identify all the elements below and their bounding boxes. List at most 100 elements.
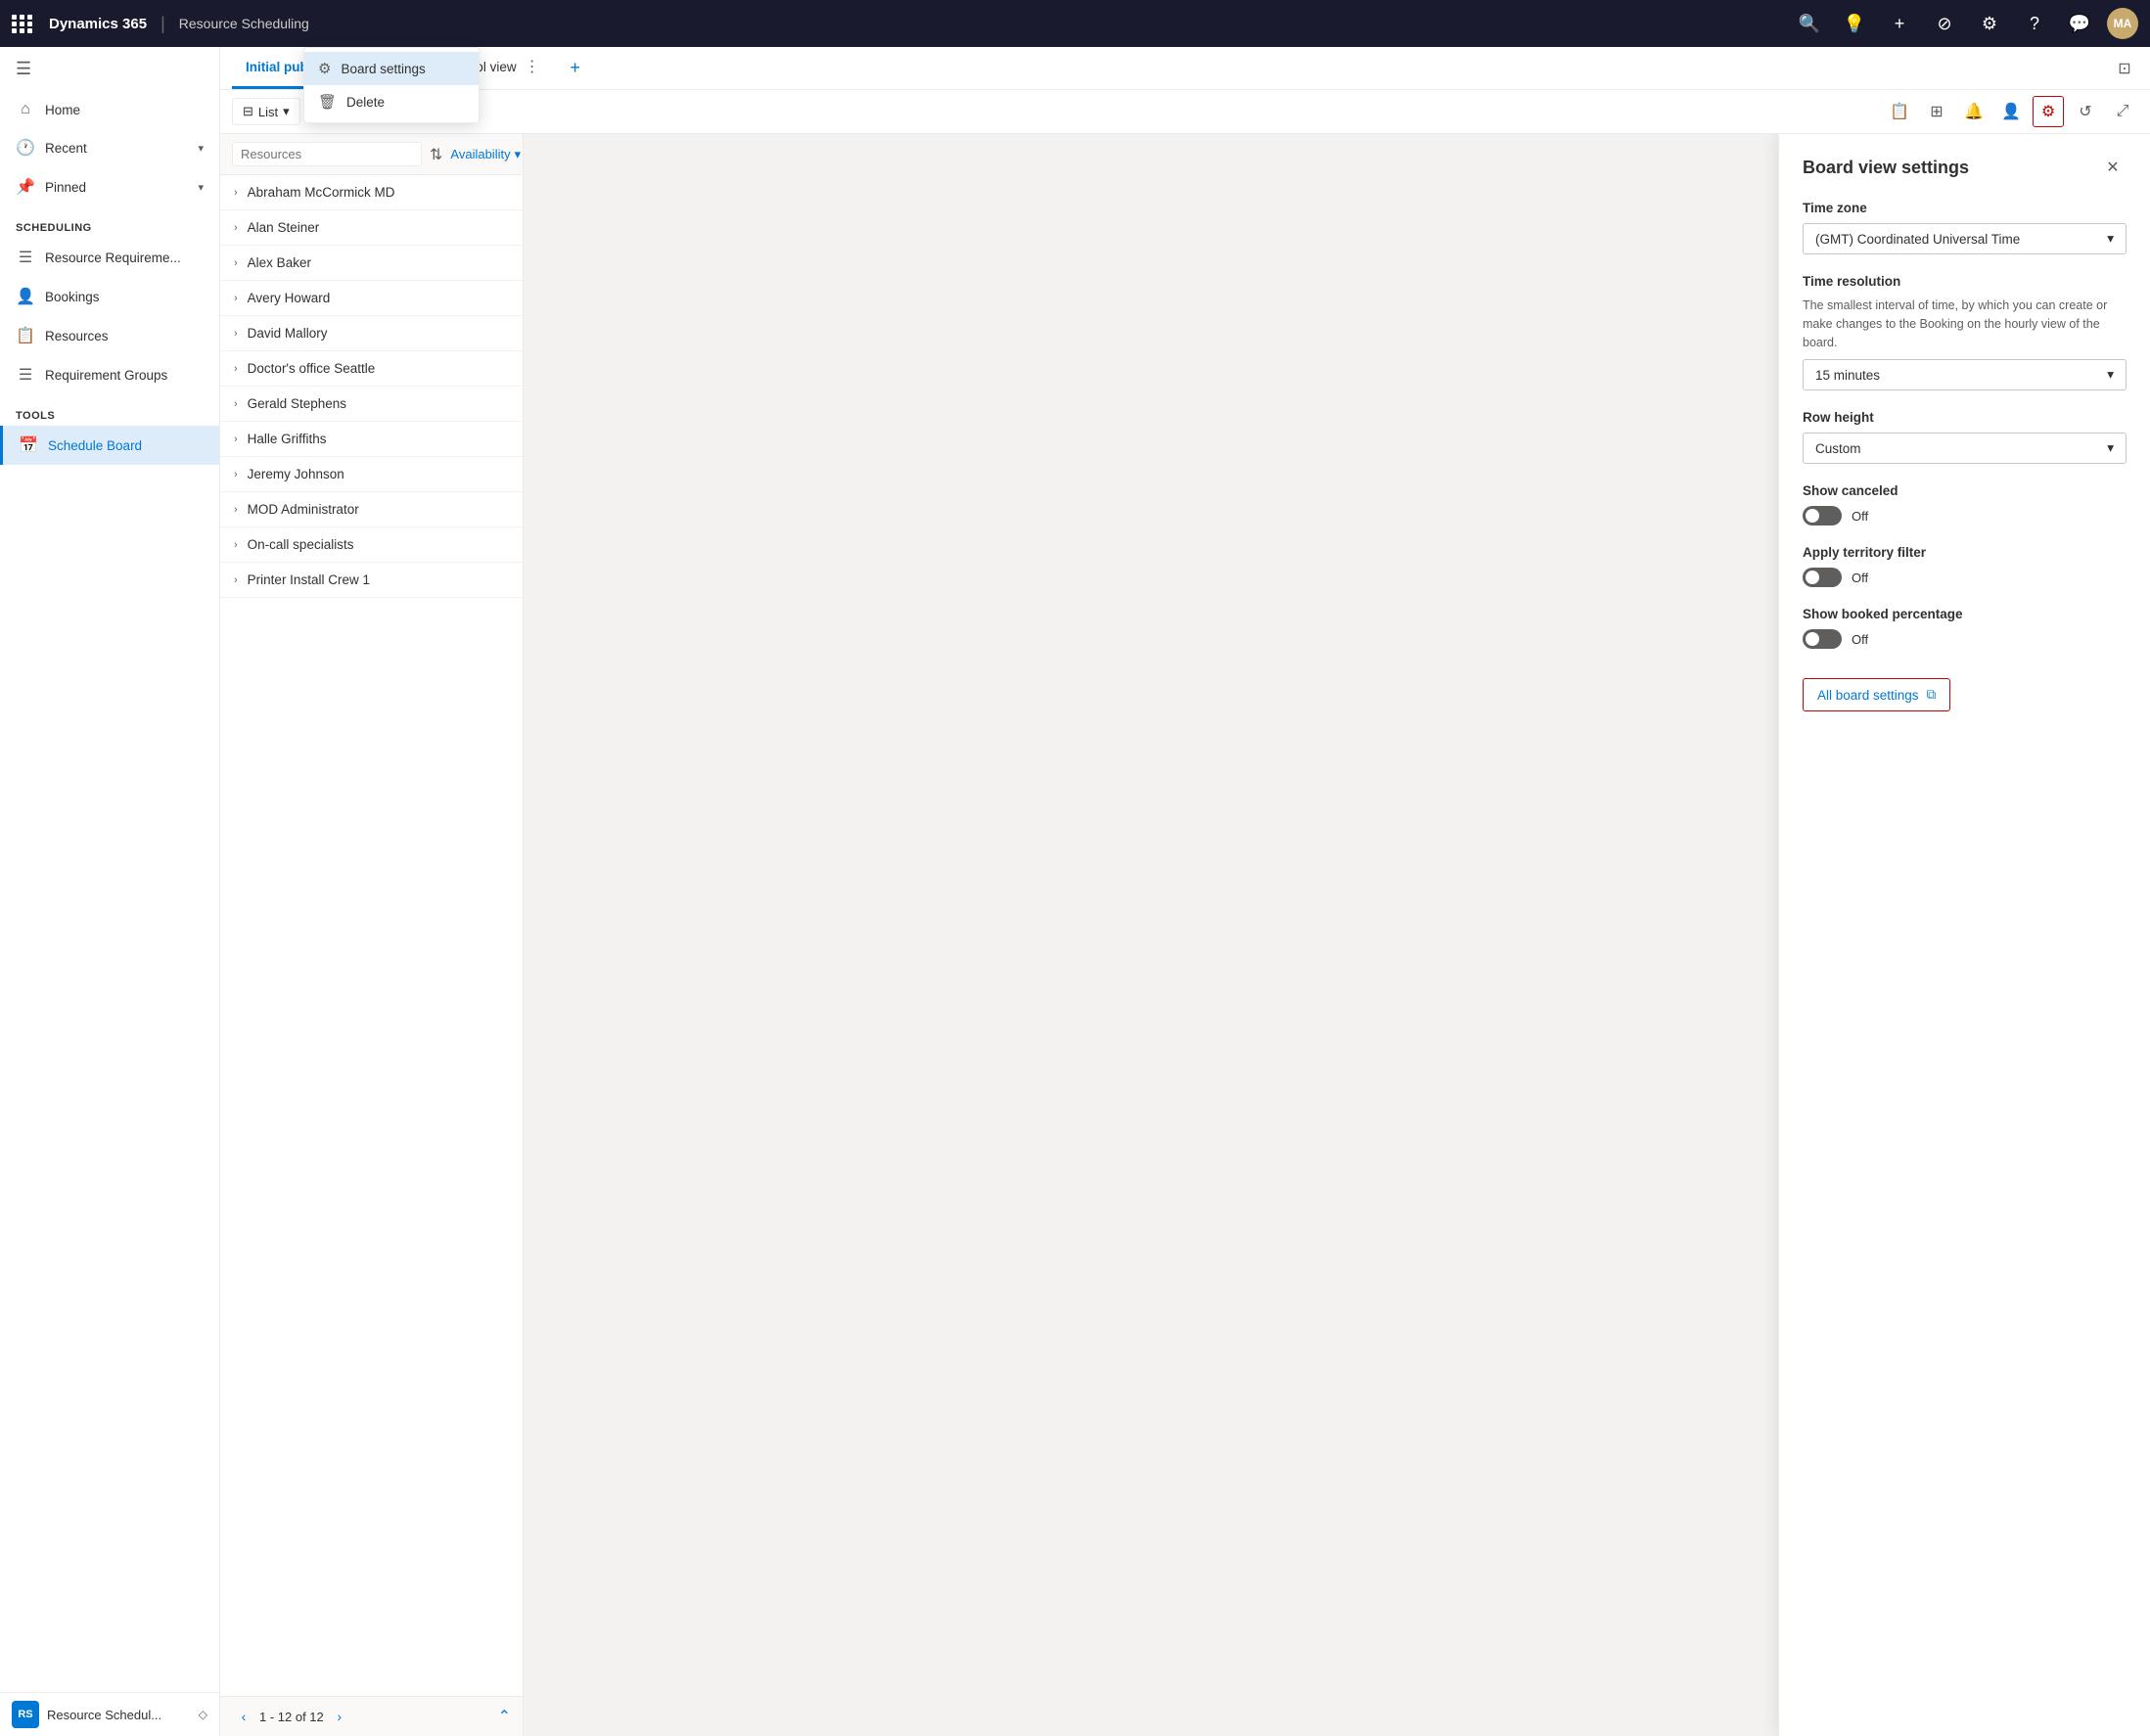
- list-item[interactable]: › MOD Administrator: [220, 492, 523, 527]
- waffle-menu[interactable]: [12, 15, 33, 33]
- chevron-right-icon: ›: [234, 539, 238, 551]
- help-icon[interactable]: ?: [2017, 6, 2052, 41]
- tab-add-button[interactable]: +: [562, 55, 589, 82]
- apply-territory-label: Apply territory filter: [1803, 545, 2127, 560]
- chevron-right-icon: ›: [234, 398, 238, 410]
- list-item[interactable]: › Alan Steiner: [220, 210, 523, 246]
- sidebar-item-label: Bookings: [45, 290, 100, 304]
- chevron-right-icon: ›: [234, 328, 238, 340]
- list-chevron-icon: ▾: [283, 104, 290, 119]
- list-item[interactable]: › On-call specialists: [220, 527, 523, 563]
- sidebar-hamburger[interactable]: ☰: [0, 47, 219, 91]
- list-item[interactable]: › Halle Griffiths: [220, 422, 523, 457]
- resource-name: David Mallory: [248, 326, 328, 341]
- context-menu: ⚙ Board settings 🗑 Delete: [303, 47, 480, 123]
- resource-name: Abraham McCormick MD: [248, 185, 395, 200]
- resource-list: › Abraham McCormick MD › Alan Steiner › …: [220, 175, 523, 1696]
- list-item[interactable]: › Gerald Stephens: [220, 387, 523, 422]
- expand-icon[interactable]: ⤢: [2107, 96, 2138, 127]
- resource-name: Printer Install Crew 1: [248, 572, 370, 587]
- availability-chevron-icon: ▾: [515, 147, 522, 162]
- sidebar-item-recent[interactable]: 🕐 Recent ▾: [0, 128, 219, 167]
- nav-separator: |: [160, 14, 165, 34]
- time-resolution-select[interactable]: 15 minutes ▾: [1803, 359, 2127, 390]
- scheduling-section-title: Scheduling: [0, 206, 219, 238]
- list-item[interactable]: › Avery Howard: [220, 281, 523, 316]
- list-item[interactable]: › Jeremy Johnson: [220, 457, 523, 492]
- sidebar-item-resources[interactable]: 📋 Resources: [0, 316, 219, 355]
- sidebar-item-label: Resources: [45, 329, 109, 343]
- chevron-down-icon: ▾: [198, 181, 204, 194]
- prev-page-button[interactable]: ‹: [232, 1705, 255, 1728]
- list-icon: ⊟: [243, 104, 253, 119]
- time-resolution-label: Time resolution: [1803, 274, 2127, 289]
- gear-icon: ⚙: [318, 60, 331, 77]
- row-height-field: Row height Custom ▾: [1803, 410, 2127, 464]
- sidebar-item-schedule-board[interactable]: 📅 Schedule Board: [0, 426, 219, 465]
- pinned-icon: 📌: [16, 177, 35, 197]
- show-booked-toggle[interactable]: [1803, 629, 1842, 649]
- next-page-button[interactable]: ›: [328, 1705, 351, 1728]
- tab-more-dots[interactable]: ⋮: [525, 57, 540, 76]
- board-settings-icon[interactable]: ⚙: [2033, 96, 2064, 127]
- show-canceled-value: Off: [1852, 509, 1868, 524]
- resource-name: Gerald Stephens: [248, 396, 346, 411]
- sort-icon[interactable]: ⇅: [430, 145, 442, 164]
- list-item[interactable]: › Printer Install Crew 1: [220, 563, 523, 598]
- time-zone-select[interactable]: (GMT) Coordinated Universal Time ▾: [1803, 223, 2127, 254]
- board-settings-label: Board settings: [341, 62, 425, 76]
- show-canceled-toggle[interactable]: [1803, 506, 1842, 525]
- availability-label: Availability: [450, 147, 510, 161]
- close-icon[interactable]: ✕: [2099, 154, 2127, 181]
- row-height-select[interactable]: Custom ▾: [1803, 433, 2127, 464]
- table-icon[interactable]: ⊞: [1921, 96, 1952, 127]
- time-zone-field: Time zone (GMT) Coordinated Universal Ti…: [1803, 201, 2127, 254]
- schedule-board-icon: 📅: [19, 435, 38, 455]
- external-link-icon: ⧉: [1927, 687, 1937, 703]
- list-item[interactable]: › Abraham McCormick MD: [220, 175, 523, 210]
- delete-menu-item[interactable]: 🗑 Delete: [304, 85, 479, 118]
- sidebar-item-bookings[interactable]: 👤 Bookings: [0, 277, 219, 316]
- collapse-icon[interactable]: ⌃: [498, 1707, 511, 1726]
- delete-label: Delete: [346, 95, 385, 110]
- all-board-settings-button[interactable]: All board settings ⧉: [1803, 678, 1950, 711]
- sidebar-item-label: Schedule Board: [48, 438, 142, 453]
- all-board-settings-label: All board settings: [1817, 688, 1919, 703]
- apply-territory-toggle[interactable]: [1803, 568, 1842, 587]
- lightbulb-icon[interactable]: 💡: [1837, 6, 1872, 41]
- add-icon[interactable]: +: [1882, 6, 1917, 41]
- person-icon[interactable]: 👤: [1995, 96, 2027, 127]
- resource-list-footer: ‹ 1 - 12 of 12 › ⌃: [220, 1696, 523, 1736]
- sidebar-item-requirement-groups[interactable]: ☰ Requirement Groups: [0, 355, 219, 394]
- list-icon: ☰: [16, 248, 35, 267]
- resource-list-header: ⇅ Availability ▾: [220, 134, 523, 175]
- refresh-icon[interactable]: ↺: [2070, 96, 2101, 127]
- search-icon[interactable]: 🔍: [1792, 6, 1827, 41]
- sidebar-item-pinned[interactable]: 📌 Pinned ▾: [0, 167, 219, 206]
- chevron-down-icon: ▾: [198, 142, 204, 155]
- availability-button[interactable]: Availability ▾: [450, 147, 521, 162]
- list-view-button[interactable]: ⊟ List ▾: [232, 98, 300, 125]
- alert-icon[interactable]: 🔔: [1958, 96, 1990, 127]
- chevron-right-icon: ›: [234, 222, 238, 234]
- user-avatar[interactable]: MA: [2107, 8, 2138, 39]
- chat-icon[interactable]: 💬: [2062, 6, 2097, 41]
- waffle-icon: [12, 15, 33, 33]
- sidebar-item-resource-requirements[interactable]: ☰ Resource Requireme...: [0, 238, 219, 277]
- sidebar-item-label: Requirement Groups: [45, 368, 167, 383]
- list-item[interactable]: › Doctor's office Seattle: [220, 351, 523, 387]
- sidebar-item-home[interactable]: ⌂ Home: [0, 91, 219, 128]
- settings-title: Board view settings: [1803, 158, 1969, 178]
- time-zone-value: (GMT) Coordinated Universal Time: [1815, 232, 2020, 247]
- settings-icon[interactable]: ⚙: [1972, 6, 2007, 41]
- sidebar-bottom-item[interactable]: RS Resource Schedul... ◇: [0, 1692, 219, 1736]
- board-settings-menu-item[interactable]: ⚙ Board settings: [304, 52, 479, 85]
- pagination-text: 1 - 12 of 12: [259, 1710, 324, 1724]
- list-item[interactable]: › Alex Baker: [220, 246, 523, 281]
- resource-search-input[interactable]: [232, 142, 422, 166]
- list-item[interactable]: › David Mallory: [220, 316, 523, 351]
- tab-screen-icon[interactable]: ⊡: [2111, 55, 2138, 82]
- time-resolution-field: Time resolution The smallest interval of…: [1803, 274, 2127, 390]
- filter-icon[interactable]: ⊘: [1927, 6, 1962, 41]
- report-icon[interactable]: 📋: [1884, 96, 1915, 127]
